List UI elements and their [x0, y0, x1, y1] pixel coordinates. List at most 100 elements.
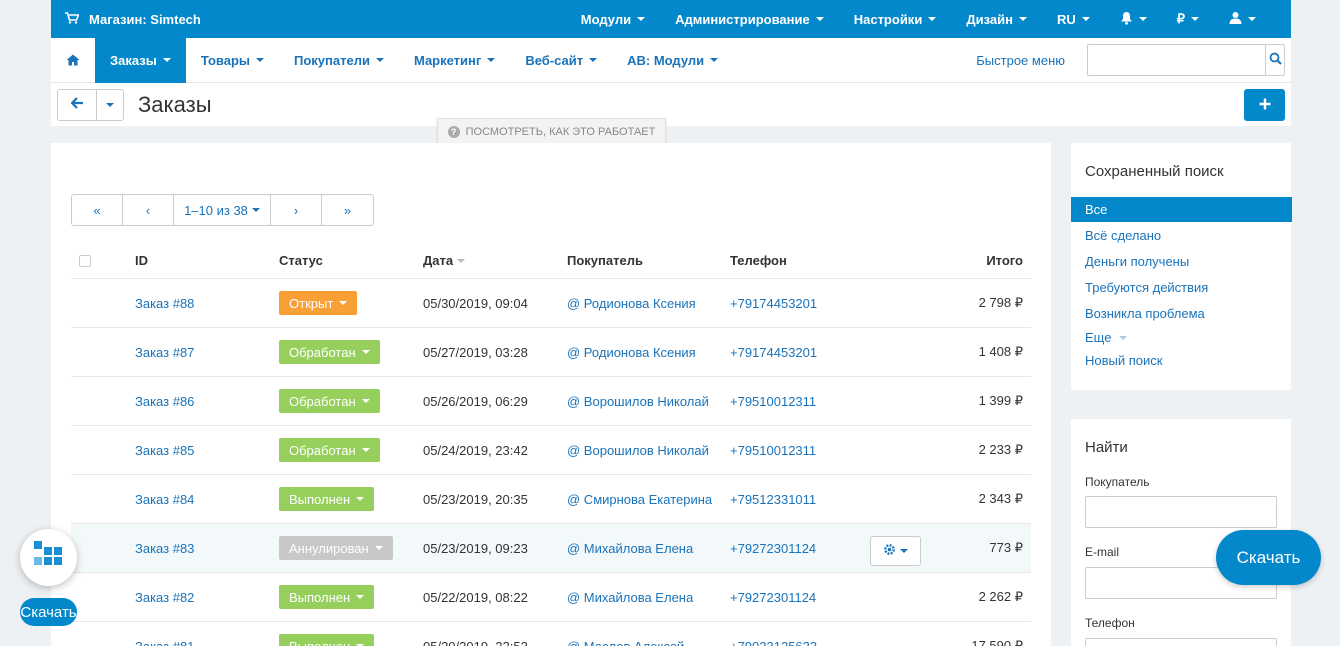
- table-row[interactable]: Заказ #88 Открыт 05/30/2019, 09:04 @ Родион…: [71, 279, 1031, 328]
- header-id[interactable]: ID: [135, 243, 148, 278]
- prev-page-button[interactable]: ‹: [123, 195, 174, 225]
- next-page-button[interactable]: ›: [271, 195, 322, 225]
- nav-ab-modules[interactable]: AB: Модули: [612, 38, 733, 83]
- customer-field[interactable]: [1085, 496, 1277, 528]
- table-row[interactable]: Заказ #81 Выполнен 05/20/2019, 22:52 @ Масл…: [71, 622, 1031, 646]
- saved-search-new[interactable]: Новый поиск: [1085, 353, 1162, 368]
- saved-search-done[interactable]: Всё сделано: [1085, 228, 1161, 243]
- phone-link[interactable]: +79512331011: [730, 475, 816, 523]
- select-all-checkbox[interactable]: [79, 254, 91, 267]
- status-cell: Обработан: [279, 328, 380, 376]
- order-id-link[interactable]: Заказ #85: [135, 426, 194, 474]
- customer-link[interactable]: @ Ворошилов Николай: [567, 377, 709, 425]
- status-dropdown[interactable]: Выполнен: [279, 487, 375, 511]
- add-order-button[interactable]: [1244, 88, 1285, 121]
- status-dropdown[interactable]: Обработан: [279, 389, 380, 413]
- order-id-link[interactable]: Заказ #83: [135, 524, 194, 572]
- phone-field[interactable]: [1085, 638, 1277, 646]
- table-row[interactable]: Заказ #84 Выполнен 05/23/2019, 20:35 @ Смир…: [71, 475, 1031, 524]
- email-field-label: E-mail: [1085, 545, 1120, 559]
- status-dropdown[interactable]: Обработан: [279, 340, 380, 364]
- customer-link[interactable]: @ Михайлова Елена: [567, 524, 693, 572]
- saved-search-all[interactable]: Все: [1071, 197, 1292, 222]
- order-id-link[interactable]: Заказ #81: [135, 622, 194, 646]
- customer-link[interactable]: @ Маслов Алексей: [567, 622, 684, 646]
- nav-marketing[interactable]: Маркетинг: [399, 38, 510, 83]
- sort-desc-icon: [457, 258, 466, 263]
- customer-link[interactable]: @ Михайлова Елена: [567, 573, 693, 621]
- status-dropdown[interactable]: Аннулирован: [279, 536, 393, 560]
- nav-products[interactable]: Товары: [186, 38, 279, 83]
- menu-settings-label: Настройки: [853, 11, 923, 27]
- header-status[interactable]: Статус: [279, 243, 323, 278]
- back-button[interactable]: [58, 89, 97, 120]
- table-row[interactable]: Заказ #86 Обработан 05/26/2019, 06:29 @ Вор…: [71, 377, 1031, 426]
- status-dropdown[interactable]: Открыт: [279, 291, 358, 315]
- first-page-button[interactable]: «: [72, 195, 123, 225]
- status-label: Выполнен: [289, 589, 351, 605]
- download-button[interactable]: Скачать: [1216, 530, 1321, 585]
- phone-link[interactable]: +79174453201: [730, 328, 817, 376]
- status-dropdown[interactable]: Обработан: [279, 438, 380, 462]
- saved-search-problem[interactable]: Возникла проблема: [1085, 306, 1205, 321]
- table-row[interactable]: Заказ #82 Выполнен 05/22/2019, 08:22 @ Миха…: [71, 573, 1031, 622]
- table-body: Заказ #88 Открыт 05/30/2019, 09:04 @ Родион…: [71, 279, 1031, 646]
- phone-link[interactable]: +79272301124: [730, 573, 816, 621]
- phone-link[interactable]: +79174453201: [730, 279, 817, 327]
- row-actions-button[interactable]: [870, 536, 921, 566]
- saved-search-paid[interactable]: Деньги получены: [1085, 254, 1189, 269]
- notifications-menu[interactable]: [1105, 0, 1162, 38]
- header-phone[interactable]: Телефон: [730, 243, 787, 278]
- table-row[interactable]: Заказ #87 Обработан 05/27/2019, 03:28 @ Род…: [71, 328, 1031, 377]
- table-row[interactable]: Заказ #83 Аннулирован 05/23/2019, 09:23 @ М…: [71, 524, 1031, 573]
- back-history-dropdown[interactable]: [97, 90, 123, 120]
- customer-link[interactable]: @ Ворошилов Николай: [567, 426, 709, 474]
- currency-menu[interactable]: ₽: [1162, 0, 1214, 38]
- nav-customers[interactable]: Покупатели: [279, 38, 399, 83]
- order-id-link[interactable]: Заказ #88: [135, 279, 194, 327]
- menu-language[interactable]: RU: [1042, 0, 1105, 38]
- download-button-small[interactable]: Скачать: [20, 598, 77, 626]
- caret-down-icon: [1018, 17, 1027, 21]
- saved-search-action-required[interactable]: Требуются действия: [1085, 280, 1208, 295]
- page-range-dropdown[interactable]: 1–10 из 38: [174, 195, 271, 225]
- caret-down-icon: [356, 497, 365, 501]
- customer-link[interactable]: @ Родионова Ксения: [567, 279, 696, 327]
- quick-menu-link[interactable]: Быстрое меню: [976, 53, 1087, 68]
- order-id-link[interactable]: Заказ #84: [135, 475, 194, 523]
- search-input[interactable]: [1088, 45, 1265, 75]
- status-dropdown[interactable]: Выполнен: [279, 585, 375, 609]
- saved-search-more[interactable]: Еще: [1085, 330, 1128, 345]
- page-range-label: 1–10 из 38: [184, 202, 248, 218]
- order-id-link[interactable]: Заказ #87: [135, 328, 194, 376]
- pagination: « ‹ 1–10 из 38 › »: [71, 194, 374, 226]
- last-page-button[interactable]: »: [322, 195, 373, 225]
- user-menu[interactable]: [1214, 0, 1271, 38]
- order-total: 1 399 ₽: [978, 393, 1023, 408]
- nav-website[interactable]: Веб-сайт: [510, 38, 612, 83]
- status-dropdown[interactable]: Выполнен: [279, 634, 375, 646]
- phone-link[interactable]: +79510012311: [730, 426, 816, 474]
- nav-orders[interactable]: Заказы: [95, 37, 186, 83]
- table-row[interactable]: Заказ #85 Обработан 05/24/2019, 23:42 @ Вор…: [71, 426, 1031, 475]
- phone-link[interactable]: +79510012311: [730, 377, 816, 425]
- order-id-link[interactable]: Заказ #86: [135, 377, 194, 425]
- apps-widget-button[interactable]: [20, 529, 77, 586]
- menu-design[interactable]: Дизайн: [951, 0, 1042, 38]
- search-button[interactable]: [1265, 45, 1284, 75]
- menu-administration[interactable]: Администрирование: [660, 0, 839, 38]
- header-total[interactable]: Итого: [986, 243, 1023, 278]
- customer-link[interactable]: @ Смирнова Екатерина: [567, 475, 712, 523]
- caret-down-icon: [361, 399, 370, 403]
- phone-link[interactable]: +79272301124: [730, 524, 816, 572]
- menu-modules[interactable]: Модули: [566, 0, 660, 38]
- store-switcher[interactable]: Магазин: Simtech: [51, 12, 201, 27]
- phone-link[interactable]: +79023125633: [730, 622, 817, 646]
- howto-button[interactable]: ? ПОСМОТРЕТЬ, КАК ЭТО РАБОТАЕТ: [437, 118, 666, 145]
- home-icon[interactable]: [51, 38, 95, 83]
- header-customer[interactable]: Покупатель: [567, 243, 643, 278]
- order-id-link[interactable]: Заказ #82: [135, 573, 194, 621]
- customer-link[interactable]: @ Родионова Ксения: [567, 328, 696, 376]
- menu-settings[interactable]: Настройки: [839, 0, 952, 38]
- header-date[interactable]: Дата: [423, 243, 466, 278]
